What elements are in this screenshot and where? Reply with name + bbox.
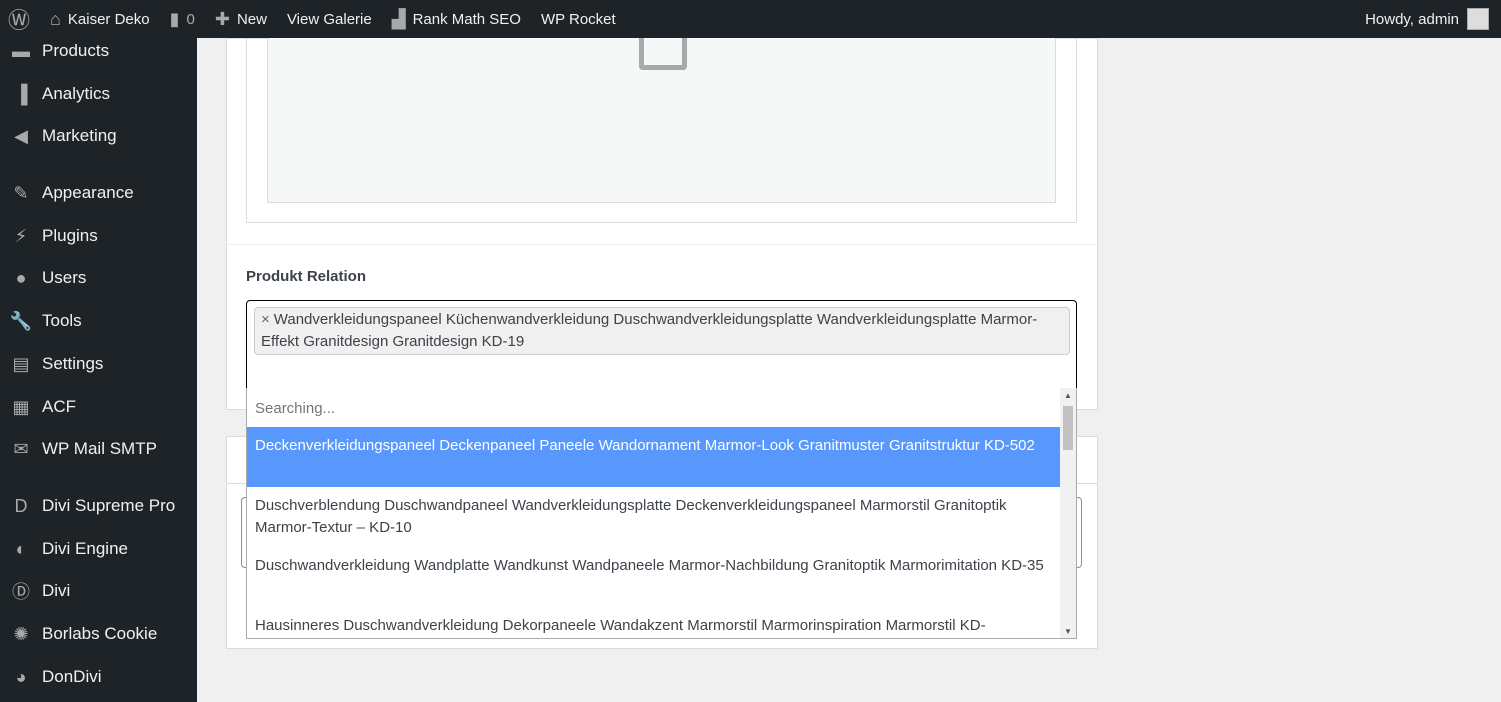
avatar [1467, 8, 1489, 30]
divider [227, 244, 1096, 245]
wrench-icon: 🔧 [9, 310, 33, 331]
divi-engine-icon: ◐ [15, 538, 27, 559]
comments-link[interactable]: ▮ 0 [170, 9, 195, 30]
sidebar-item-tools[interactable]: 🔧 Tools [0, 306, 197, 336]
d-logo-icon: D [14, 495, 28, 516]
chart-bar-icon: ▐ [14, 83, 28, 104]
sidebar-item-users[interactable]: ● Users [0, 263, 197, 293]
search-input[interactable]: Searching... [255, 400, 335, 417]
dropdown-option[interactable]: Hausinneres Duschwandverkleidung Dekorpa… [247, 607, 1060, 638]
select-dropdown: Searching... Deckenverkleidungspaneel De… [246, 388, 1077, 639]
cookie-icon: ✺ [13, 623, 29, 644]
site-name-link[interactable]: ⌂ Kaiser Deko [50, 9, 150, 30]
megaphone-icon: ◀ [14, 125, 28, 146]
sidebar-item-borlabs-cookie[interactable]: ✺ Borlabs Cookie [0, 619, 197, 649]
sidebar-item-dondivi[interactable]: ◕ DonDivi [0, 662, 197, 692]
dropdown-option[interactable]: Duschverblendung Duschwandpaneel Wandver… [247, 487, 1060, 547]
sidebar-item-marketing[interactable]: ◀ Marketing [0, 121, 197, 151]
sidebar-item-products[interactable]: ▬ Products [0, 36, 197, 66]
sidebar-item-acf[interactable]: ▦ ACF [0, 392, 197, 422]
sliders-icon: ▤ [12, 353, 30, 374]
user-icon: ● [15, 267, 27, 288]
dropdown-option[interactable]: Deckenverkleidungspaneel Deckenpaneel Pa… [247, 427, 1060, 487]
remove-chip-button[interactable]: × [261, 311, 270, 328]
plug-icon: ⚡ [14, 225, 28, 246]
scrollbar[interactable]: ▲ ▼ [1060, 388, 1076, 638]
image-placeholder[interactable] [267, 38, 1056, 203]
table-icon: ▦ [12, 396, 30, 417]
dondivi-icon: ◕ [15, 666, 27, 687]
plus-icon: ✚ [214, 8, 230, 29]
sidebar-item-plugins[interactable]: ⚡ Plugins [0, 221, 197, 251]
new-content-link[interactable]: ✚ New [215, 9, 267, 30]
sidebar-item-wp-mail-smtp[interactable]: ✉ WP Mail SMTP [0, 434, 197, 464]
scrollbar-thumb[interactable] [1063, 406, 1073, 450]
produkt-relation-select[interactable]: × Wandverkleidungspaneel Küchenwandverkle… [246, 300, 1077, 389]
admin-bar: Ⓦ ⌂ Kaiser Deko ▮ 0 ✚ New View Galerie ▟ Ran… [0, 0, 1501, 38]
produkt-relation-label: Produkt Relation [246, 268, 367, 285]
mail-icon: ✉ [13, 438, 29, 459]
sidebar-item-appearance[interactable]: ✎ Appearance [0, 178, 197, 208]
archive-icon: ▬ [12, 40, 30, 61]
sidebar-item-divi[interactable]: Ⓓ Divi [0, 576, 197, 606]
comment-icon: ▮ [169, 8, 180, 29]
paintbrush-icon: ✎ [13, 182, 29, 203]
sidebar-item-divi-engine[interactable]: ◐ Divi Engine [0, 534, 197, 564]
sidebar-item-divi-supreme-pro[interactable]: D Divi Supreme Pro [0, 491, 197, 521]
wp-rocket-link[interactable]: WP Rocket [541, 11, 616, 28]
scroll-down-icon[interactable]: ▼ [1064, 627, 1072, 636]
dropdown-option[interactable]: Duschwandverkleidung Wandplatte Wandkuns… [247, 547, 1060, 607]
divi-icon: Ⓓ [12, 582, 30, 602]
home-icon: ⌂ [50, 8, 61, 29]
rank-math-icon: ▟ [391, 8, 406, 29]
scroll-up-icon[interactable]: ▲ [1064, 391, 1072, 400]
view-galerie-link[interactable]: View Galerie [287, 11, 372, 28]
image-icon [639, 38, 687, 70]
rank-math-link[interactable]: ▟ Rank Math SEO [392, 9, 521, 30]
wordpress-logo-icon[interactable]: Ⓦ [8, 3, 30, 35]
selected-product-chip: × Wandverkleidungspaneel Küchenwandverkle… [254, 307, 1070, 355]
admin-sidebar: ▬ Products ▐ Analytics ◀ Marketing ✎ Appearance… [0, 38, 197, 702]
sidebar-item-analytics[interactable]: ▐ Analytics [0, 79, 197, 109]
sidebar-item-settings[interactable]: ▤ Settings [0, 349, 197, 379]
account-menu[interactable]: Howdy, admin [1365, 0, 1489, 38]
image-field [246, 38, 1077, 223]
